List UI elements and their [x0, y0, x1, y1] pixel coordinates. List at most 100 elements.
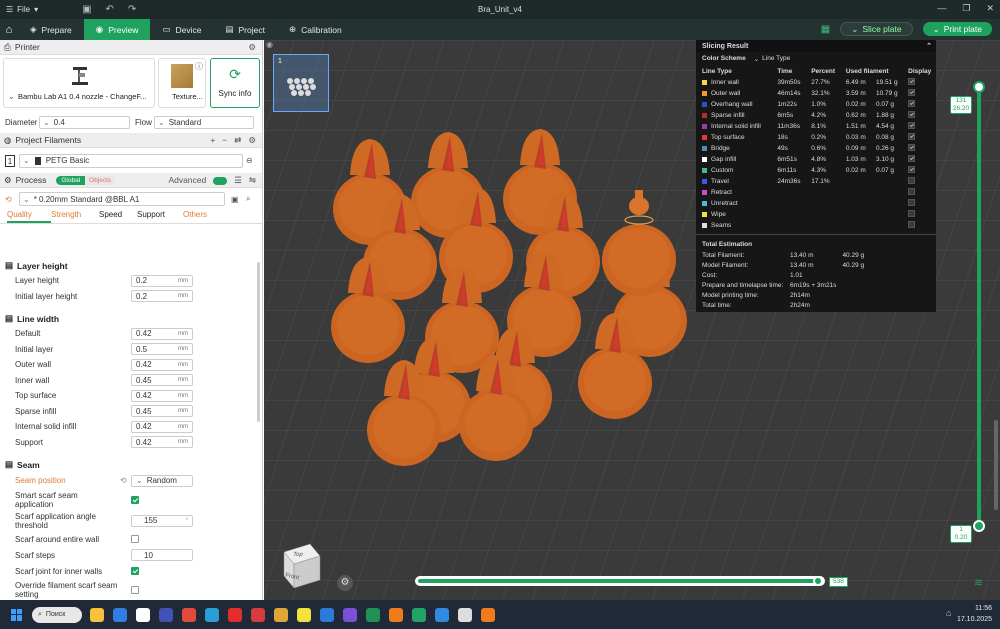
global-objects-toggle[interactable]: Global Objects — [56, 175, 116, 185]
scarf-inner-walls-checkbox[interactable] — [131, 567, 139, 575]
taskbar-search[interactable]: ⌕ Поиск — [32, 606, 82, 623]
scarf-around-wall-checkbox[interactable] — [131, 535, 139, 543]
display-checkbox[interactable] — [908, 188, 916, 195]
taskbar-app-icon[interactable] — [136, 607, 150, 622]
smart-scarf-checkbox[interactable] — [131, 495, 139, 504]
undo-icon[interactable]: ↶ — [106, 4, 114, 15]
tab-project[interactable]: ▤ Project — [213, 19, 277, 40]
collapse-sidebar-icon[interactable]: ◉ — [266, 40, 273, 49]
close-icon[interactable]: ✕ — [986, 3, 994, 14]
taskbar-app-icon[interactable] — [182, 607, 196, 622]
setting-input[interactable]: 0.2 mm — [131, 290, 193, 303]
taskbar-app-icon[interactable] — [412, 607, 426, 622]
tab-quality[interactable]: Quality — [7, 210, 51, 223]
add-icon[interactable]: + — [210, 135, 215, 146]
display-checkbox[interactable] — [908, 122, 916, 129]
move-slider[interactable] — [415, 576, 825, 586]
plate-thumbnail[interactable]: 1 — [273, 54, 329, 112]
search-icon[interactable]: ⌕ — [246, 194, 250, 204]
layer-slider-top-handle[interactable] — [973, 81, 985, 93]
diameter-select[interactable]: ⌄ 0.4 — [39, 115, 130, 129]
reset-icon[interactable]: ⟲ — [5, 195, 12, 204]
display-checkbox[interactable] — [908, 111, 916, 118]
taskbar-app-icon[interactable] — [366, 607, 380, 622]
sidebar-scrollbar[interactable] — [257, 262, 260, 422]
notification-icon[interactable]: ⌂ — [946, 608, 951, 618]
list-icon[interactable]: ☰ — [234, 175, 242, 186]
display-checkbox[interactable] — [908, 155, 916, 162]
flow-select[interactable]: ⌄ Standard — [154, 115, 254, 129]
tab-preview[interactable]: ◉ Preview — [83, 19, 151, 40]
remove-icon[interactable]: − — [222, 135, 227, 146]
gear-icon[interactable]: ⚙ — [248, 135, 256, 146]
minimize-icon[interactable]: — — [937, 3, 946, 14]
taskbar-app-icon[interactable] — [205, 607, 219, 622]
tab-others[interactable]: Others — [183, 210, 207, 223]
override-scarf-checkbox[interactable] — [131, 585, 139, 594]
taskbar-app-icon[interactable] — [113, 607, 127, 622]
windows-start-icon[interactable] — [11, 608, 23, 621]
taskbar-app-icon[interactable] — [435, 607, 449, 622]
remove-filament-icon[interactable]: ⊖ — [246, 156, 253, 165]
tab-speed[interactable]: Speed — [99, 210, 137, 223]
filament-select[interactable]: ⌄ PETG Basic — [19, 153, 243, 168]
redo-icon[interactable]: ↷ — [128, 4, 136, 15]
sync-info-button[interactable]: ⟳ Sync info — [210, 58, 260, 108]
compare-icon[interactable]: ⇋ — [249, 175, 256, 186]
clock[interactable]: 11:56 17.10.2025 — [957, 603, 992, 625]
view-cube[interactable] — [280, 542, 324, 590]
tab-prepare[interactable]: ◈ Prepare — [18, 19, 84, 40]
display-checkbox[interactable] — [908, 100, 916, 107]
layer-slider[interactable] — [973, 81, 985, 532]
tab-support[interactable]: Support — [137, 210, 183, 223]
display-checkbox[interactable] — [908, 210, 916, 217]
display-checkbox[interactable] — [908, 199, 916, 206]
display-checkbox[interactable] — [908, 133, 916, 140]
display-checkbox[interactable] — [908, 177, 916, 184]
display-checkbox[interactable] — [908, 89, 916, 96]
save-preset-icon[interactable]: ▣ — [231, 195, 239, 204]
maximize-icon[interactable]: ❐ — [962, 3, 970, 14]
setting-input[interactable]: 0.42 mm — [131, 327, 193, 340]
seam-position-select[interactable]: ⌄ Random — [131, 474, 193, 487]
color-scheme-select[interactable]: ⌄ Line Type — [754, 55, 791, 63]
plate-grid-icon[interactable]: ▦ — [821, 24, 830, 35]
layers-icon[interactable]: ≋ — [974, 576, 983, 589]
viewport-scrollbar[interactable] — [994, 420, 998, 510]
info-icon[interactable]: ⓘ — [195, 61, 203, 72]
tab-calibration[interactable]: ⊕ Calibration — [277, 19, 354, 40]
taskbar-app-icon[interactable] — [274, 607, 288, 622]
reset-icon[interactable]: ⟲ — [120, 476, 127, 485]
taskbar-app-icon[interactable] — [481, 607, 495, 622]
gear-icon[interactable]: ⚙ — [248, 42, 256, 53]
setting-input[interactable]: 0.42 mm — [131, 420, 193, 433]
tab-strength[interactable]: Strength — [51, 210, 99, 223]
taskbar-app-icon[interactable] — [297, 607, 311, 622]
process-preset-select[interactable]: ⌄ * 0.20mm Standard @BBL A1 — [19, 192, 225, 206]
setting-input[interactable]: 0.2 mm — [131, 274, 193, 287]
printer-card[interactable]: ⌄ Bambu Lab A1 0.4 nozzle - ChangeF... — [3, 58, 155, 108]
taskbar-app-icon[interactable] — [458, 607, 472, 622]
plate-card[interactable]: ⓘ Texture... — [158, 58, 206, 108]
scarf-angle-input[interactable]: 155 ° — [131, 514, 193, 527]
move-slider-handle[interactable] — [813, 576, 823, 586]
taskbar-app-icon[interactable] — [90, 607, 104, 622]
setting-input[interactable]: 0.42 mm — [131, 389, 193, 402]
home-icon[interactable]: ⌂ — [0, 19, 18, 40]
preview-viewport[interactable]: ◉ 1 Slicing Result ⌃ Color Scheme ⌄ Line T… — [264, 40, 1000, 600]
taskbar-app-icon[interactable] — [251, 607, 265, 622]
display-checkbox[interactable] — [908, 78, 916, 85]
scarf-steps-input[interactable]: 10 — [131, 549, 193, 561]
setting-input[interactable]: 0.45 mm — [131, 374, 193, 387]
collapse-icon[interactable]: ⌃ — [926, 42, 932, 50]
taskbar-app-icon[interactable] — [159, 607, 173, 622]
print-plate-button[interactable]: ⌄ Print plate — [922, 22, 992, 36]
file-menu[interactable]: ☰ File ▾ — [6, 5, 38, 14]
display-checkbox[interactable] — [908, 144, 916, 151]
taskbar-app-icon[interactable] — [343, 607, 357, 622]
taskbar-app-icon[interactable] — [228, 607, 242, 622]
tab-device[interactable]: ▭ Device — [150, 19, 213, 40]
taskbar-app-icon[interactable] — [320, 607, 334, 622]
setting-input[interactable]: 0.42 mm — [131, 436, 193, 449]
objects-toggle[interactable]: Objects — [85, 175, 116, 185]
